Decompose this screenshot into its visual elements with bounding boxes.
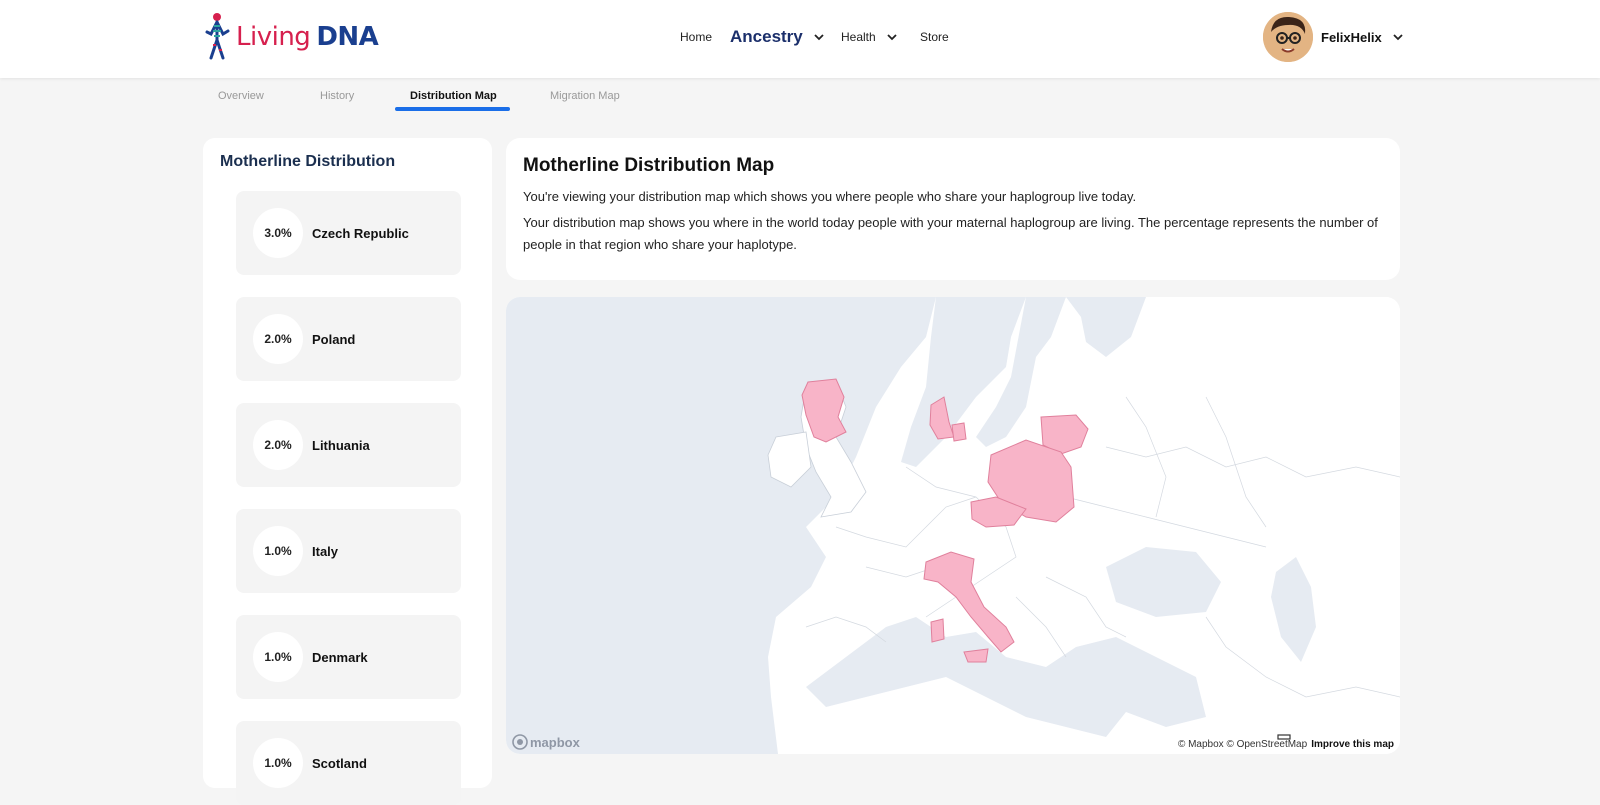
list-item[interactable]: 1.0% Scotland (236, 721, 461, 805)
improve-map-link[interactable]: Improve this map (1311, 739, 1394, 750)
list-item[interactable]: 1.0% Italy (236, 509, 461, 593)
info-title: Motherline Distribution Map (523, 155, 775, 176)
mapbox-logo-text: mapbox (530, 734, 580, 750)
country-name: Italy (312, 543, 339, 559)
dna-figure-icon (205, 13, 230, 60)
sub-tabs: Overview History Distribution Map Migrat… (0, 78, 1600, 114)
nav-ancestry-text: Ancestry (730, 27, 803, 46)
list-item[interactable]: 2.0% Poland (236, 297, 461, 381)
avatar[interactable] (1263, 12, 1313, 62)
percent-badge: 1.0% (253, 632, 303, 682)
percent-badge: 2.0% (253, 420, 303, 470)
chevron-down-icon (814, 34, 824, 41)
nav-home[interactable]: Home (680, 0, 712, 74)
percent-badge: 1.0% (253, 738, 303, 788)
logo-dna-text: DNA (316, 22, 379, 52)
mapbox-icon (512, 734, 528, 750)
list-item[interactable]: 3.0% Czech Republic (236, 191, 461, 275)
distribution-map[interactable]: mapbox © Mapbox © OpenStreetMap Improve t… (506, 297, 1400, 754)
nav-health-text: Health (841, 30, 876, 44)
tab-overview[interactable]: Overview (218, 90, 264, 102)
info-description-1: You're viewing your distribution map whi… (523, 189, 1137, 204)
tab-distribution-map[interactable]: Distribution Map (410, 90, 497, 102)
percent-badge: 1.0% (253, 526, 303, 576)
logo-living-text: Living (236, 22, 311, 52)
active-tab-indicator (395, 107, 510, 111)
living-dna-logo[interactable]: Living DNA (203, 12, 379, 62)
country-name: Scotland (312, 755, 367, 771)
nav-ancestry-label[interactable]: Ancestry (730, 27, 825, 47)
logo-wordmark: Living DNA (236, 22, 379, 52)
nav-health[interactable]: Health (841, 0, 898, 74)
list-item[interactable]: 2.0% Lithuania (236, 403, 461, 487)
country-name: Czech Republic (312, 225, 409, 241)
mapbox-logo[interactable]: mapbox (512, 734, 580, 750)
country-name: Lithuania (312, 437, 370, 453)
nav-home-label[interactable]: Home (680, 30, 712, 44)
tab-migration-map[interactable]: Migration Map (550, 90, 620, 102)
percent-badge: 2.0% (253, 314, 303, 364)
map-info-card: Motherline Distribution Map You're viewi… (506, 138, 1400, 280)
avatar-face-icon (1263, 12, 1313, 62)
list-item[interactable]: 1.0% Denmark (236, 615, 461, 699)
percent-badge: 3.0% (253, 208, 303, 258)
user-name[interactable]: FelixHelix (1321, 30, 1382, 45)
country-name: Poland (312, 331, 356, 347)
chevron-down-icon (887, 34, 897, 41)
map-attribution: © Mapbox © OpenStreetMap Improve this map (1178, 739, 1394, 750)
country-name: Denmark (312, 649, 368, 665)
tab-history[interactable]: History (320, 90, 354, 102)
distribution-sidebar: Motherline Distribution 3.0% Czech Repub… (203, 138, 492, 805)
attribution-text[interactable]: © Mapbox © OpenStreetMap (1178, 739, 1307, 750)
nav-store[interactable]: Store (920, 0, 949, 74)
info-description-2: Your distribution map shows you where in… (523, 215, 1378, 252)
nav-health-label[interactable]: Health (841, 30, 898, 44)
top-header: Living DNA Home Ancestry Health Store Fe… (0, 0, 1600, 78)
user-menu[interactable]: FelixHelix (1263, 12, 1404, 62)
nav-ancestry[interactable]: Ancestry (730, 0, 825, 74)
europe-map[interactable] (506, 297, 1400, 754)
sidebar-title: Motherline Distribution (220, 153, 396, 170)
nav-store-label[interactable]: Store (920, 30, 949, 44)
chevron-down-icon[interactable] (1392, 31, 1404, 43)
